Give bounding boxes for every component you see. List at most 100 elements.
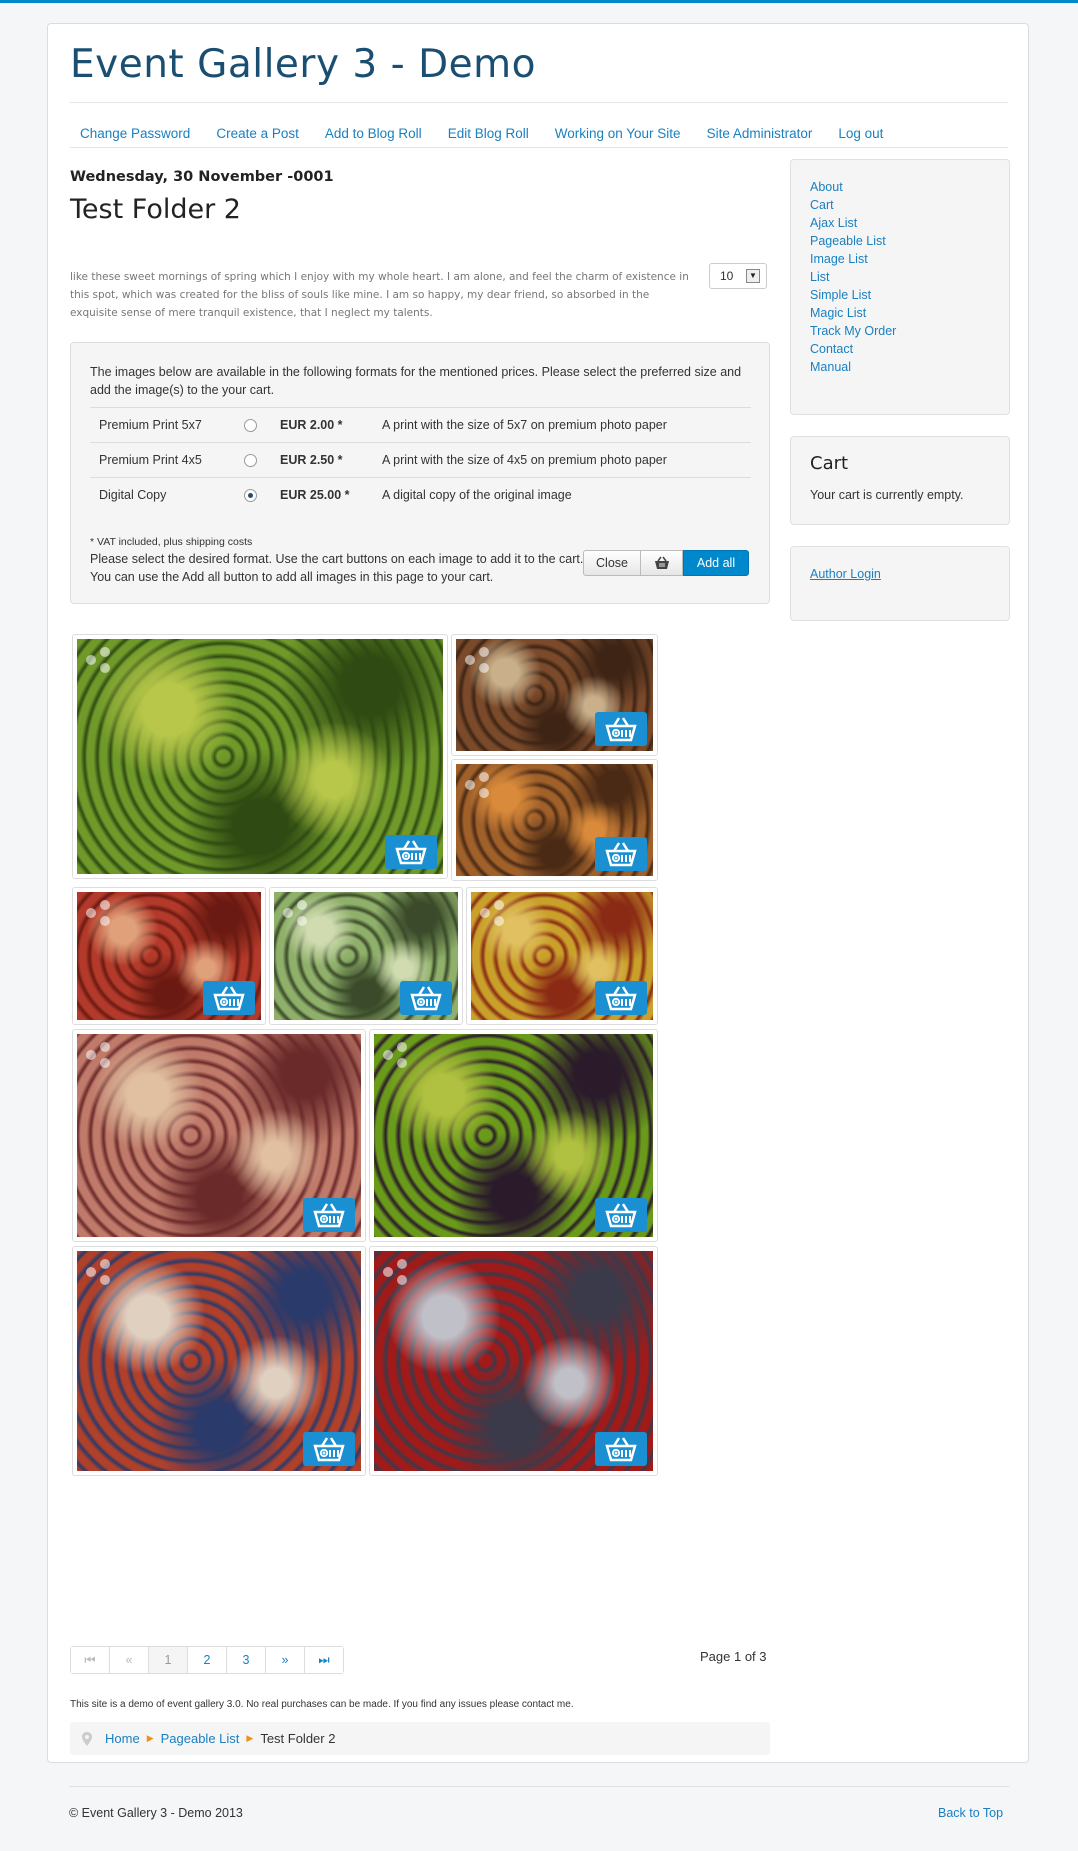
share-icon[interactable] <box>380 1257 410 1287</box>
share-icon[interactable] <box>462 770 492 800</box>
prev-page-button[interactable]: « <box>109 1647 148 1673</box>
cart-button-group: Close Add all <box>583 550 749 576</box>
add-to-cart-icon <box>213 985 245 1011</box>
gallery-thumbnail-cabbage[interactable] <box>269 887 463 1025</box>
add-to-cart-button[interactable] <box>385 835 437 869</box>
add-to-cart-button[interactable] <box>595 1198 647 1232</box>
chevron-down-icon: ▼ <box>746 269 760 283</box>
share-icon[interactable] <box>83 1257 113 1287</box>
gallery-thumbnail-grapes-and-fruit[interactable] <box>466 887 658 1025</box>
login-panel: Author Login <box>790 546 1010 621</box>
gallery-photo[interactable] <box>77 1034 361 1237</box>
add-to-cart-button[interactable] <box>595 1432 647 1466</box>
add-to-cart-icon <box>410 985 442 1011</box>
author-login-link[interactable]: Author Login <box>810 567 881 581</box>
page-size-select[interactable]: 10 ▼ <box>709 263 767 289</box>
add-to-cart-icon <box>313 1436 345 1462</box>
page-1-button[interactable]: 1 <box>148 1647 187 1673</box>
next-page-button[interactable]: » <box>265 1647 304 1673</box>
format-radio[interactable] <box>244 454 257 468</box>
share-icon[interactable] <box>477 898 507 928</box>
gallery-photo[interactable] <box>77 1251 361 1471</box>
sidebar-item-ajax-list[interactable]: Ajax List <box>810 216 857 230</box>
format-row[interactable]: Premium Print 5x7 EUR 2.00 * A print wit… <box>90 407 751 443</box>
gallery-photo[interactable] <box>456 764 653 876</box>
footer-divider <box>69 1786 1009 1787</box>
gallery-photo[interactable] <box>374 1251 653 1471</box>
gallery-thumbnail-eggplants-and-peppers[interactable] <box>369 1029 658 1242</box>
sidebar-item-cart[interactable]: Cart <box>810 198 834 212</box>
format-description: A print with the size of 5x7 on premium … <box>382 407 751 443</box>
add-to-cart-button[interactable] <box>595 837 647 871</box>
sidebar-item-contact[interactable]: Contact <box>810 342 853 356</box>
add-to-cart-icon <box>605 985 637 1011</box>
sidebar-item-simple-list[interactable]: Simple List <box>810 288 871 302</box>
sidebar-item-pageable-list[interactable]: Pageable List <box>810 234 886 248</box>
format-row[interactable]: Digital Copy EUR 25.00 * A digital copy … <box>90 477 751 512</box>
page-size-value: 10 <box>720 269 734 283</box>
last-page-button[interactable]: ⏭ <box>304 1647 343 1673</box>
page-2-button[interactable]: 2 <box>187 1647 226 1673</box>
footer-copyright: © Event Gallery 3 - Demo 2013 <box>69 1806 243 1820</box>
add-to-cart-icon <box>605 1202 637 1228</box>
gallery-thumbnail-dried-fruits[interactable] <box>451 759 658 881</box>
share-icon[interactable] <box>380 1040 410 1070</box>
format-price: EUR 2.00 * <box>280 407 382 443</box>
page-container: Event Gallery 3 - Demo Change Password C… <box>47 23 1029 1763</box>
gallery-thumbnail-spice-boxes[interactable] <box>451 634 658 756</box>
add-to-cart-button[interactable] <box>303 1432 355 1466</box>
page-3-button[interactable]: 3 <box>226 1647 265 1673</box>
gallery-thumbnail-pomegranates[interactable] <box>72 887 266 1025</box>
formats-table: Premium Print 5x7 EUR 2.00 * A print wit… <box>90 407 751 512</box>
add-to-cart-button[interactable] <box>595 712 647 746</box>
add-to-cart-button[interactable] <box>303 1198 355 1232</box>
site-title[interactable]: Event Gallery 3 - Demo <box>70 42 536 87</box>
gallery-thumbnail-market-woman[interactable] <box>72 1029 366 1242</box>
add-to-cart-icon <box>395 839 427 865</box>
event-date: Wednesday, 30 November -0001 <box>70 169 334 185</box>
top-accent-bar <box>0 0 1078 3</box>
add-to-cart-button[interactable] <box>400 981 452 1015</box>
format-instructions: Please select the desired format. Use th… <box>90 552 584 584</box>
page-counter: Page 1 of 3 <box>700 1649 767 1664</box>
basket-icon <box>654 556 669 569</box>
share-icon[interactable] <box>83 1040 113 1070</box>
gallery-thumbnail-vegetable-stall[interactable] <box>72 1246 366 1476</box>
first-page-button[interactable]: ⏮ <box>71 1647 109 1673</box>
format-name: Digital Copy <box>90 477 244 512</box>
share-icon[interactable] <box>280 898 310 928</box>
close-button[interactable]: Close <box>583 550 641 576</box>
back-to-top-link[interactable]: Back to Top <box>938 1806 1003 1820</box>
sidebar-item-image-list[interactable]: Image List <box>810 252 868 266</box>
format-row[interactable]: Premium Print 4x5 EUR 2.50 * A print wit… <box>90 442 751 478</box>
folder-title: Test Folder 2 <box>70 194 241 225</box>
gallery-photo[interactable] <box>456 639 653 751</box>
add-to-cart-button[interactable] <box>203 981 255 1015</box>
share-icon[interactable] <box>83 645 113 675</box>
breadcrumb: Home ▶ Pageable List ▶ Test Folder 2 <box>70 1722 770 1755</box>
gallery-photo[interactable] <box>274 892 458 1020</box>
gallery-photo[interactable] <box>374 1034 653 1237</box>
sidebar-item-manual[interactable]: Manual <box>810 360 851 374</box>
add-to-cart-button[interactable] <box>595 981 647 1015</box>
share-icon[interactable] <box>83 898 113 928</box>
gallery-photo[interactable] <box>77 639 443 874</box>
add-all-button[interactable]: Add all <box>683 550 749 576</box>
breadcrumb-home[interactable]: Home <box>105 1731 140 1746</box>
format-radio-selected[interactable] <box>244 489 257 503</box>
format-radio[interactable] <box>244 419 257 433</box>
breadcrumb-pageable-list[interactable]: Pageable List <box>161 1731 240 1746</box>
sidebar-item-list[interactable]: List <box>810 270 829 284</box>
sidebar-menu: About Cart Ajax List Pageable List Image… <box>791 160 1009 376</box>
gallery-thumbnail-fish-trays[interactable] <box>369 1246 658 1476</box>
gallery-thumbnail-green-tangerines[interactable] <box>72 634 448 879</box>
gallery-photo[interactable] <box>471 892 653 1020</box>
breadcrumb-current: Test Folder 2 <box>260 1731 336 1746</box>
gallery-photo[interactable] <box>77 892 261 1020</box>
sidebar-item-track-my-order[interactable]: Track My Order <box>810 324 896 338</box>
sidebar-item-about[interactable]: About <box>810 180 843 194</box>
sidebar-item-magic-list[interactable]: Magic List <box>810 306 866 320</box>
add-to-cart-icon <box>605 1436 637 1462</box>
basket-button[interactable] <box>641 550 683 576</box>
share-icon[interactable] <box>462 645 492 675</box>
